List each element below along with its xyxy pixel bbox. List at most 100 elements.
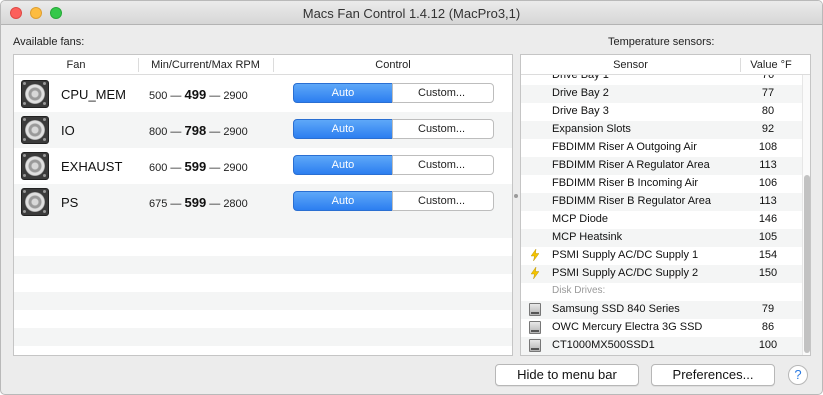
sensor-row[interactable]: Drive Bay 2 77	[521, 85, 805, 103]
sensor-row[interactable]: MCP Diode 146	[521, 211, 805, 229]
auto-button[interactable]: Auto	[293, 191, 393, 211]
fan-current-rpm: 599	[184, 159, 207, 174]
fan-min-rpm: 800	[149, 126, 168, 138]
sensor-row[interactable]: Drive Bay 1 76	[521, 75, 805, 85]
sensor-value: 92	[761, 123, 775, 135]
empty-row	[14, 274, 512, 292]
sensor-name: Drive Bay 3	[552, 105, 609, 117]
fan-min-rpm: 500	[149, 90, 168, 102]
sensor-value: 76	[761, 75, 775, 81]
custom-button[interactable]: Custom...	[392, 119, 494, 139]
bolt-icon	[531, 267, 539, 279]
fans-table-header: Fan Min/Current/Max RPM Control	[14, 55, 512, 75]
fan-rpm: 500 — 499 — 2900	[149, 87, 269, 102]
auto-button[interactable]: Auto	[293, 119, 393, 139]
temperature-sensors-label: Temperature sensors:	[608, 36, 715, 48]
sensor-value: 113	[759, 195, 777, 207]
empty-row	[14, 220, 512, 238]
fan-name: IO	[61, 123, 75, 138]
sensor-name: PSMI Supply AC/DC Supply 1	[552, 249, 699, 261]
custom-button[interactable]: Custom...	[392, 155, 494, 175]
sensor-row[interactable]: OWC Mercury Electra 3G SSD 86	[521, 319, 805, 337]
sensor-name: PSMI Supply AC/DC Supply 2	[552, 267, 699, 279]
fan-min-rpm: 675	[149, 198, 168, 210]
sensor-row[interactable]: Expansion Slots 92	[521, 121, 805, 139]
preferences-button[interactable]: Preferences...	[651, 364, 775, 386]
sensor-row[interactable]: Drive Bay 3 80	[521, 103, 805, 121]
empty-row	[14, 238, 512, 256]
bolt-icon	[531, 249, 539, 261]
title-bar[interactable]: Macs Fan Control 1.4.12 (MacPro3,1)	[1, 1, 822, 25]
sensor-name: Expansion Slots	[552, 123, 631, 135]
empty-row	[14, 328, 512, 346]
hide-to-menu-bar-button[interactable]: Hide to menu bar	[495, 364, 639, 386]
fan-name: EXHAUST	[61, 159, 123, 174]
fan-row: PS 675 — 599 — 2800 Auto Custom...	[14, 184, 512, 220]
window-title: Macs Fan Control 1.4.12 (MacPro3,1)	[302, 6, 521, 21]
fan-rpm: 675 — 599 — 2800	[149, 195, 269, 210]
sensor-name: Samsung SSD 840 Series	[552, 303, 680, 315]
auto-button[interactable]: Auto	[293, 83, 393, 103]
fan-row: IO 800 — 798 — 2900 Auto Custom...	[14, 112, 512, 148]
fan-max-rpm: 2900	[223, 162, 248, 174]
disk-icon	[529, 339, 541, 352]
sensor-value: 86	[761, 321, 775, 333]
auto-button[interactable]: Auto	[293, 155, 393, 175]
value-column-header[interactable]: Value °F	[740, 59, 802, 71]
fan-column-header[interactable]: Fan	[14, 59, 138, 71]
sensor-row[interactable]: PSMI Supply AC/DC Supply 2 150	[521, 265, 805, 283]
sensors-scrollbar[interactable]	[802, 75, 810, 355]
sensor-row[interactable]: FBDIMM Riser B Incoming Air 106	[521, 175, 805, 193]
help-button[interactable]: ?	[788, 365, 808, 385]
rpm-separator: —	[170, 90, 182, 102]
sensors-table-header: Sensor Value °F	[521, 55, 810, 75]
fan-row: CPU_MEM 500 — 499 — 2900 Auto Custom...	[14, 76, 512, 112]
fan-icon	[21, 188, 49, 216]
sensor-value: 80	[761, 105, 775, 117]
sensor-name: MCP Heatsink	[552, 231, 623, 243]
app-window: Macs Fan Control 1.4.12 (MacPro3,1) Avai…	[0, 0, 823, 395]
sensor-row[interactable]: MCP Heatsink 105	[521, 229, 805, 247]
sensor-value: 154	[758, 249, 778, 261]
sensor-row[interactable]: FBDIMM Riser A Outgoing Air 108	[521, 139, 805, 157]
fan-rpm: 800 — 798 — 2900	[149, 123, 269, 138]
sensor-value: 106	[758, 177, 778, 189]
sensor-value: 105	[758, 231, 778, 243]
rpm-separator: —	[170, 198, 182, 210]
sensors-scroll-thumb[interactable]	[804, 175, 810, 353]
sensor-row[interactable]: FBDIMM Riser B Regulator Area 113	[521, 193, 805, 211]
sensor-name: MCP Diode	[552, 213, 609, 225]
sensor-row[interactable]: FBDIMM Riser A Regulator Area 113	[521, 157, 805, 175]
fan-row: EXHAUST 600 — 599 — 2900 Auto Custom...	[14, 148, 512, 184]
empty-row	[14, 310, 512, 328]
sensor-value: 108	[758, 141, 778, 153]
fan-icon	[21, 116, 49, 144]
sensor-value: 150	[758, 267, 778, 279]
empty-row	[14, 292, 512, 310]
sensor-rows: Drive Bay 1 76 Drive Bay 2 77 Drive Bay 3 80 E…	[521, 75, 810, 355]
sensor-row[interactable]: CT1000MX500SSD1 100	[521, 337, 805, 355]
control-column-header[interactable]: Control	[273, 59, 513, 71]
sensor-name: OWC Mercury Electra 3G SSD	[552, 321, 703, 333]
fan-name: PS	[61, 195, 79, 210]
rpm-separator: —	[170, 162, 182, 174]
custom-button[interactable]: Custom...	[392, 83, 494, 103]
fan-min-rpm: 600	[149, 162, 168, 174]
sensor-row[interactable]: PSMI Supply AC/DC Supply 1 154	[521, 247, 805, 265]
rpm-column-header[interactable]: Min/Current/Max RPM	[138, 59, 273, 71]
fan-current-rpm: 599	[184, 195, 207, 210]
sensors-table: Sensor Value °F Drive Bay 1 76 Drive Bay 2…	[520, 54, 811, 356]
available-fans-label: Available fans:	[13, 36, 85, 48]
custom-button[interactable]: Custom...	[392, 191, 494, 211]
sensor-value: 100	[758, 339, 778, 351]
fan-icon	[21, 80, 49, 108]
split-divider-handle[interactable]	[514, 194, 518, 198]
sensor-row[interactable]: Samsung SSD 840 Series 79	[521, 301, 805, 319]
sensor-name: Drive Bay 1	[552, 75, 609, 81]
sensor-name: FBDIMM Riser B Incoming Air	[552, 177, 699, 189]
disk-icon	[529, 303, 541, 316]
sensor-column-header[interactable]: Sensor	[521, 59, 740, 71]
sensor-name: FBDIMM Riser B Regulator Area	[552, 195, 711, 207]
sensor-group-row[interactable]: Disk Drives:	[521, 283, 805, 301]
sensor-name: FBDIMM Riser A Outgoing Air	[552, 141, 697, 153]
